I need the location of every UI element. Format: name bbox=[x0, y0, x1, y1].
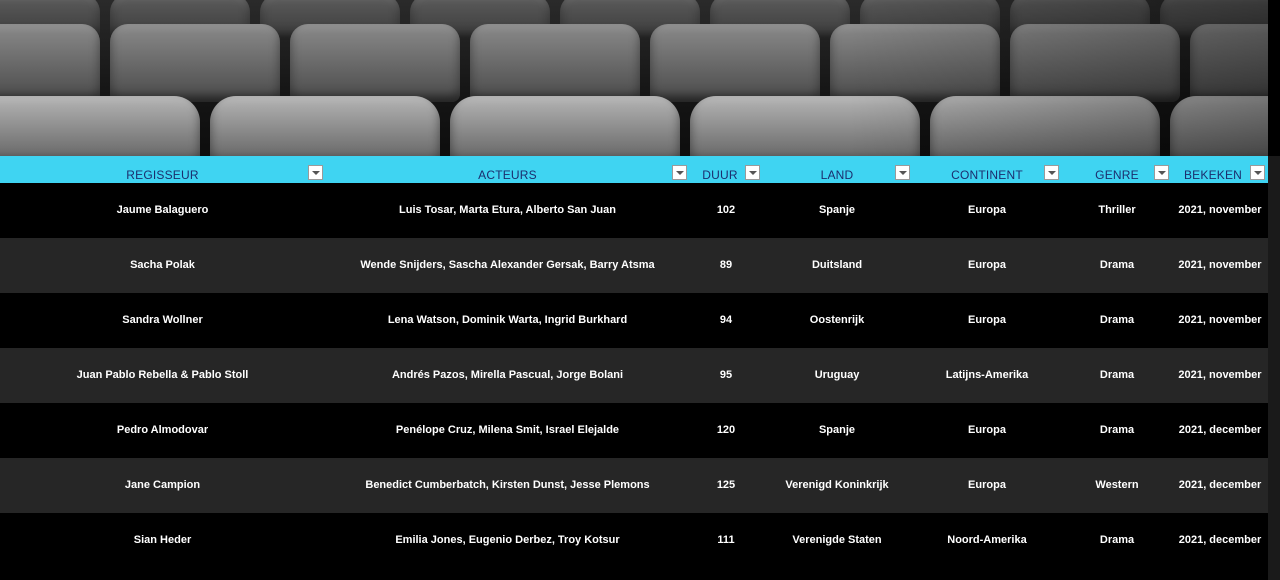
cell-land[interactable]: Uruguay bbox=[762, 348, 912, 403]
column-header-label: CONTINENT bbox=[951, 168, 1023, 182]
cell-acteurs[interactable]: Emilia Jones, Eugenio Derbez, Troy Kotsu… bbox=[325, 513, 690, 568]
column-header-continent: CONTINENT bbox=[912, 156, 1062, 183]
cell-land[interactable]: Verenigde Staten bbox=[762, 513, 912, 568]
cell-continent[interactable]: Europa bbox=[912, 183, 1062, 238]
cell-genre[interactable]: Drama bbox=[1062, 403, 1172, 458]
cell-continent[interactable]: Noord-Amerika bbox=[912, 513, 1062, 568]
cell-regisseur[interactable]: Juan Pablo Rebella & Pablo Stoll bbox=[0, 348, 325, 403]
filter-dropdown-icon[interactable] bbox=[895, 165, 910, 180]
cell-bekeken[interactable]: 2021, november bbox=[1172, 348, 1268, 403]
cell-continent[interactable]: Europa bbox=[912, 293, 1062, 348]
cell-continent[interactable]: Europa bbox=[912, 458, 1062, 513]
table-row[interactable]: Jaume Balaguero Luis Tosar, Marta Etura,… bbox=[0, 183, 1268, 238]
cell-acteurs[interactable]: Benedict Cumberbatch, Kirsten Dunst, Jes… bbox=[325, 458, 690, 513]
cell-land[interactable]: Spanje bbox=[762, 403, 912, 458]
column-header-acteurs: ACTEURS bbox=[325, 156, 690, 183]
cell-duur[interactable]: 95 bbox=[690, 348, 762, 403]
cell-regisseur[interactable]: Sacha Polak bbox=[0, 238, 325, 293]
cell-genre[interactable]: Drama bbox=[1062, 238, 1172, 293]
cell-land[interactable]: Duitsland bbox=[762, 238, 912, 293]
column-header-label: ACTEURS bbox=[478, 168, 537, 182]
column-header-duur: DUUR bbox=[690, 156, 762, 183]
cinema-seats-banner-image bbox=[0, 0, 1268, 156]
table-row[interactable]: Sandra Wollner Lena Watson, Dominik Wart… bbox=[0, 293, 1268, 348]
cell-acteurs[interactable]: Wende Snijders, Sascha Alexander Gersak,… bbox=[325, 238, 690, 293]
table-row[interactable]: Juan Pablo Rebella & Pablo Stoll Andrés … bbox=[0, 348, 1268, 403]
cell-bekeken[interactable]: 2021, december bbox=[1172, 403, 1268, 458]
column-header-genre: GENRE bbox=[1062, 156, 1172, 183]
cell-bekeken[interactable]: 2021, november bbox=[1172, 238, 1268, 293]
filter-dropdown-icon[interactable] bbox=[1250, 165, 1265, 180]
cell-duur[interactable]: 94 bbox=[690, 293, 762, 348]
table-row[interactable]: Jane Campion Benedict Cumberbatch, Kirst… bbox=[0, 458, 1268, 513]
cell-acteurs[interactable]: Luis Tosar, Marta Etura, Alberto San Jua… bbox=[325, 183, 690, 238]
cell-duur[interactable]: 89 bbox=[690, 238, 762, 293]
cell-duur[interactable]: 102 bbox=[690, 183, 762, 238]
cell-regisseur[interactable]: Pedro Almodovar bbox=[0, 403, 325, 458]
table-row[interactable]: Sian Heder Emilia Jones, Eugenio Derbez,… bbox=[0, 513, 1268, 568]
filter-dropdown-icon[interactable] bbox=[1044, 165, 1059, 180]
cell-acteurs[interactable]: Penélope Cruz, Milena Smit, Israel Eleja… bbox=[325, 403, 690, 458]
spreadsheet-view: REGISSEUR ACTEURS DUUR LAND CONTINENT GE… bbox=[0, 0, 1280, 580]
filter-dropdown-icon[interactable] bbox=[745, 165, 760, 180]
cell-duur[interactable]: 120 bbox=[690, 403, 762, 458]
cell-genre[interactable]: Drama bbox=[1062, 348, 1172, 403]
cell-land[interactable]: Oostenrijk bbox=[762, 293, 912, 348]
cell-bekeken[interactable]: 2021, november bbox=[1172, 183, 1268, 238]
cell-continent[interactable]: Latijns-Amerika bbox=[912, 348, 1062, 403]
cell-land[interactable]: Spanje bbox=[762, 183, 912, 238]
cell-genre[interactable]: Western bbox=[1062, 458, 1172, 513]
cell-duur[interactable]: 125 bbox=[690, 458, 762, 513]
column-header-label: BEKEKEN bbox=[1183, 168, 1243, 182]
column-header-regisseur: REGISSEUR bbox=[0, 156, 325, 183]
cell-regisseur[interactable]: Jane Campion bbox=[0, 458, 325, 513]
column-header-label: REGISSEUR bbox=[126, 168, 199, 182]
cell-bekeken[interactable]: 2021, december bbox=[1172, 513, 1268, 568]
table-body: Jaume Balaguero Luis Tosar, Marta Etura,… bbox=[0, 183, 1268, 568]
cell-continent[interactable]: Europa bbox=[912, 238, 1062, 293]
cell-regisseur[interactable]: Sandra Wollner bbox=[0, 293, 325, 348]
sheet-edge bbox=[1268, 156, 1280, 580]
cell-continent[interactable]: Europa bbox=[912, 403, 1062, 458]
column-header-label: LAND bbox=[820, 168, 854, 182]
cell-bekeken[interactable]: 2021, december bbox=[1172, 458, 1268, 513]
cell-regisseur[interactable]: Sian Heder bbox=[0, 513, 325, 568]
column-header-label: DUUR bbox=[702, 168, 738, 182]
cell-acteurs[interactable]: Lena Watson, Dominik Warta, Ingrid Burkh… bbox=[325, 293, 690, 348]
cell-acteurs[interactable]: Andrés Pazos, Mirella Pascual, Jorge Bol… bbox=[325, 348, 690, 403]
cell-genre[interactable]: Drama bbox=[1062, 293, 1172, 348]
table-row[interactable]: Pedro Almodovar Penélope Cruz, Milena Sm… bbox=[0, 403, 1268, 458]
cell-genre[interactable]: Drama bbox=[1062, 513, 1172, 568]
cell-regisseur[interactable]: Jaume Balaguero bbox=[0, 183, 325, 238]
cell-bekeken[interactable]: 2021, november bbox=[1172, 293, 1268, 348]
table-header-row: REGISSEUR ACTEURS DUUR LAND CONTINENT GE… bbox=[0, 156, 1268, 183]
filter-dropdown-icon[interactable] bbox=[672, 165, 687, 180]
column-header-land: LAND bbox=[762, 156, 912, 183]
filter-dropdown-icon[interactable] bbox=[1154, 165, 1169, 180]
filter-dropdown-icon[interactable] bbox=[308, 165, 323, 180]
cell-duur[interactable]: 111 bbox=[690, 513, 762, 568]
cell-genre[interactable]: Thriller bbox=[1062, 183, 1172, 238]
column-header-bekeken: BEKEKEN bbox=[1172, 156, 1268, 183]
table-row[interactable]: Sacha Polak Wende Snijders, Sascha Alexa… bbox=[0, 238, 1268, 293]
cell-land[interactable]: Verenigd Koninkrijk bbox=[762, 458, 912, 513]
